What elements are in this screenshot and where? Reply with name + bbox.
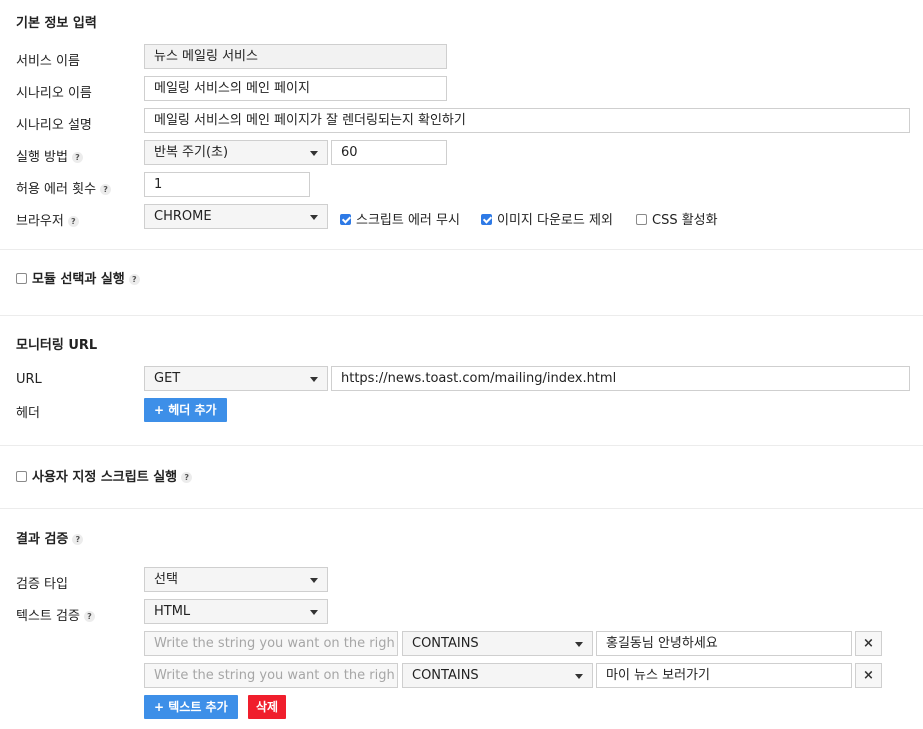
scenario-desc-label: 시나리오 설명 [16, 118, 92, 133]
text-verify-label: 텍스트 검증 [16, 609, 80, 624]
condition-operator-value: CONTAINS [412, 668, 479, 683]
chevron-down-icon [310, 610, 318, 615]
add-header-button[interactable]: + 헤더 추가 [144, 398, 227, 422]
error-count-input[interactable]: 1 [144, 172, 310, 197]
http-method-select[interactable]: GET [144, 366, 328, 391]
run-method-select[interactable]: 반복 주기(초) [144, 140, 328, 165]
script-error-label: 스크립트 에러 무시 [356, 213, 460, 228]
condition-operator-select[interactable]: CONTAINS [402, 663, 593, 688]
module-toggle[interactable]: 모듈 선택과 실행? [16, 268, 140, 287]
run-method-select-value: 반복 주기(초) [154, 145, 229, 160]
text-verify-select[interactable]: HTML [144, 599, 328, 624]
section-divider [0, 508, 923, 509]
url-input[interactable]: https://news.toast.com/mailing/index.htm… [331, 366, 910, 391]
add-text-button[interactable]: + 텍스트 추가 [144, 695, 238, 719]
custom-script-toggle[interactable]: 사용자 지정 스크립트 실행? [16, 466, 193, 485]
chevron-down-icon [310, 215, 318, 220]
custom-script-checkbox[interactable] [16, 471, 27, 482]
section-divider [0, 445, 923, 446]
chevron-down-icon [310, 151, 318, 156]
help-icon[interactable]: ? [100, 184, 112, 195]
scenario-name-label: 시나리오 이름 [16, 86, 92, 101]
browser-label-wrap: 브라우저? [16, 210, 79, 229]
monitoring-title: 모니터링 URL [16, 338, 98, 353]
scenario-desc-input[interactable]: 메일링 서비스의 메인 페이지가 잘 렌더링되는지 확인하기 [144, 108, 910, 133]
image-exclude-option[interactable]: 이미지 다운로드 제외 [481, 209, 613, 228]
help-icon[interactable]: ? [83, 611, 95, 622]
browser-select[interactable]: CHROME [144, 204, 328, 229]
http-method-value: GET [154, 371, 181, 386]
run-method-label-wrap: 실행 방법? [16, 146, 83, 165]
error-count-label: 허용 에러 횟수 [16, 182, 97, 197]
text-verify-label-wrap: 텍스트 검증? [16, 605, 95, 624]
css-label: CSS 활성화 [652, 213, 718, 228]
basic-info-title: 기본 정보 입력 [16, 16, 97, 31]
browser-label: 브라우저 [16, 214, 64, 229]
scenario-name-input[interactable]: 메일링 서비스의 메인 페이지 [144, 76, 447, 101]
help-icon[interactable]: ? [181, 472, 193, 483]
script-error-checkbox[interactable] [340, 214, 351, 225]
help-icon[interactable]: ? [72, 534, 84, 545]
remove-row-button[interactable]: × [855, 663, 882, 688]
browser-select-value: CHROME [154, 209, 212, 224]
text-verify-value: HTML [154, 604, 191, 619]
verify-title: 결과 검증 [16, 532, 69, 547]
module-checkbox[interactable] [16, 273, 27, 284]
module-label: 모듈 선택과 실행 [32, 272, 125, 287]
help-icon[interactable]: ? [67, 216, 79, 227]
css-checkbox[interactable] [636, 214, 647, 225]
verify-type-label: 검증 타입 [16, 577, 68, 592]
image-exclude-checkbox[interactable] [481, 214, 492, 225]
verify-type-select[interactable]: 선택 [144, 567, 328, 592]
script-error-option[interactable]: 스크립트 에러 무시 [340, 209, 460, 228]
service-name-label: 서비스 이름 [16, 54, 80, 69]
chevron-down-icon [575, 642, 583, 647]
delete-button[interactable]: 삭제 [248, 695, 287, 719]
condition-operator-value: CONTAINS [412, 636, 479, 651]
url-label: URL [16, 372, 42, 387]
condition-operator-select[interactable]: CONTAINS [402, 631, 593, 656]
verify-type-value: 선택 [154, 572, 178, 587]
css-option[interactable]: CSS 활성화 [636, 209, 718, 228]
run-method-label: 실행 방법 [16, 150, 68, 165]
help-icon[interactable]: ? [128, 274, 140, 285]
header-label: 헤더 [16, 406, 40, 421]
condition-value-input[interactable]: 마이 뉴스 보러가기 [596, 663, 852, 688]
remove-row-button[interactable]: × [855, 631, 882, 656]
service-name-field: 뉴스 메일링 서비스 [144, 44, 447, 69]
condition-target-input[interactable]: Write the string you want on the righ [144, 663, 398, 688]
custom-script-label: 사용자 지정 스크립트 실행 [32, 470, 178, 485]
chevron-down-icon [575, 674, 583, 679]
condition-target-input[interactable]: Write the string you want on the righ [144, 631, 398, 656]
run-interval-input[interactable]: 60 [331, 140, 447, 165]
help-icon[interactable]: ? [71, 152, 83, 163]
chevron-down-icon [310, 578, 318, 583]
condition-value-input[interactable]: 홍길동님 안녕하세요 [596, 631, 852, 656]
section-divider [0, 315, 923, 316]
verify-title-wrap: 결과 검증? [16, 528, 84, 547]
chevron-down-icon [310, 377, 318, 382]
section-divider [0, 249, 923, 250]
error-count-label-wrap: 허용 에러 횟수? [16, 178, 112, 197]
image-exclude-label: 이미지 다운로드 제외 [497, 213, 613, 228]
